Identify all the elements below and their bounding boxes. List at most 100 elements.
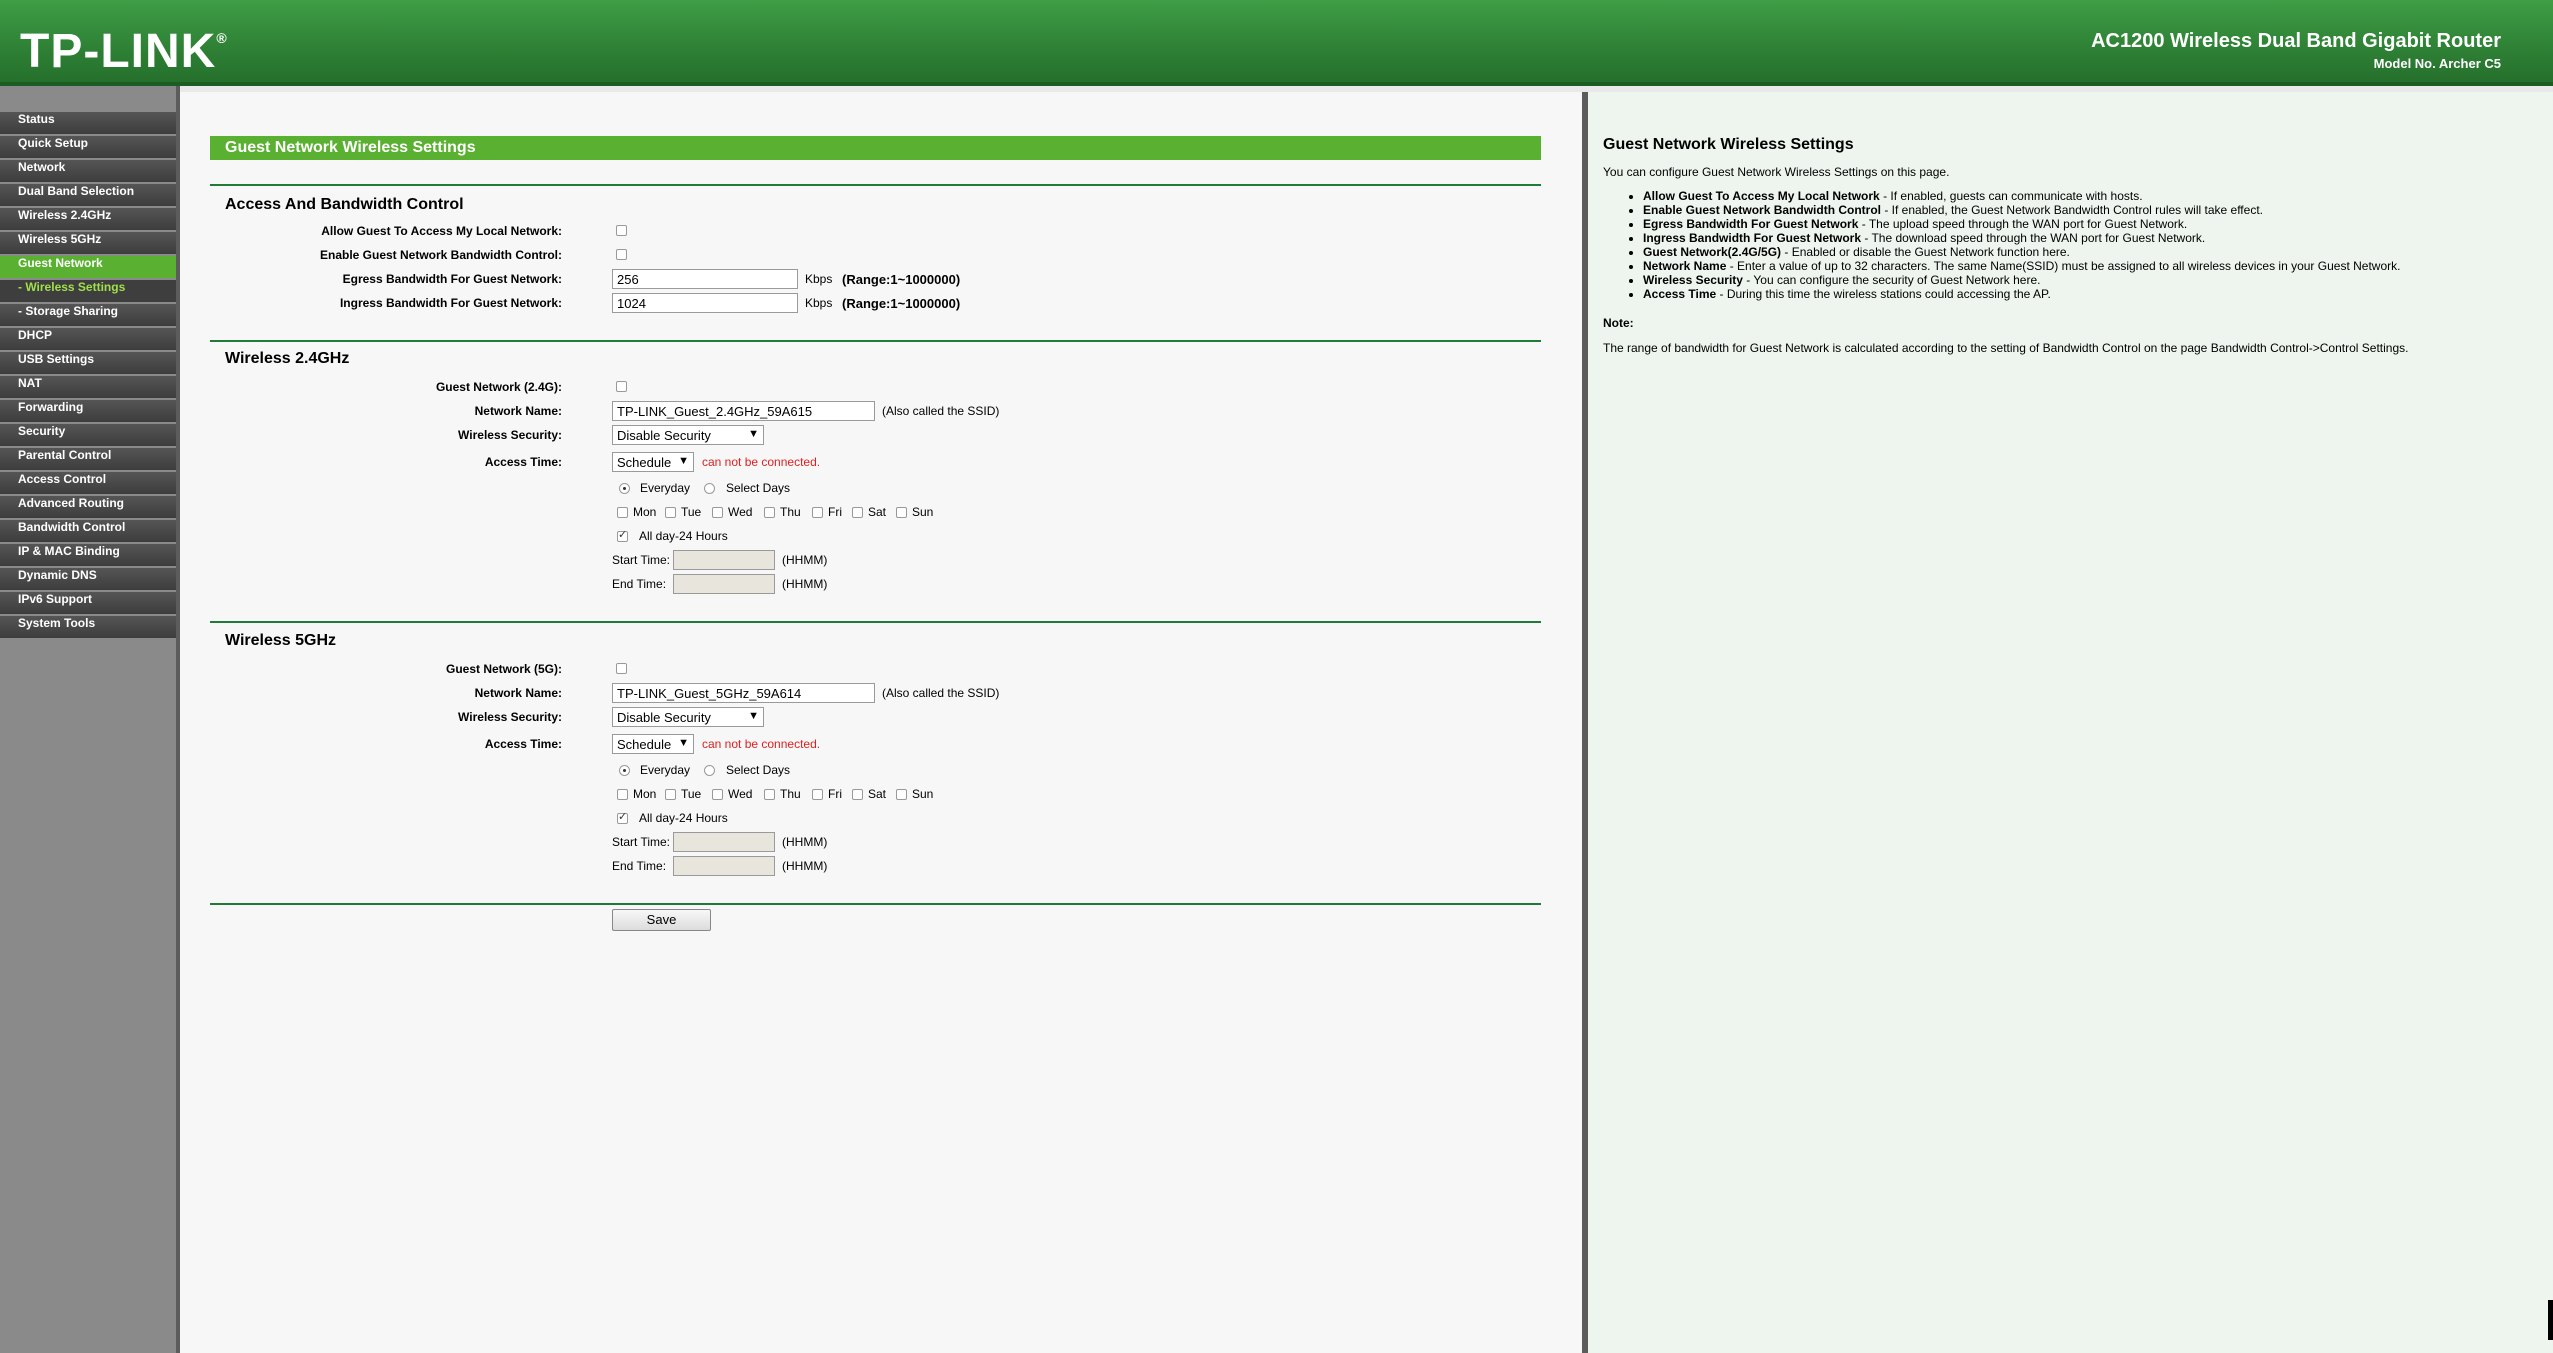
day-5-sun-checkbox[interactable]: [896, 789, 907, 800]
sidebar-item-network[interactable]: Network: [0, 160, 176, 182]
day-24-sat-checkbox[interactable]: [852, 507, 863, 518]
allday-5-label: All day-24 Hours: [639, 811, 728, 825]
sidebar-item-parental-control[interactable]: Parental Control: [0, 448, 176, 470]
everyday-5-radio[interactable]: [619, 765, 630, 776]
help-item: Guest Network(2.4G/5G) - Enabled or disa…: [1643, 245, 2400, 259]
day-24-mon-checkbox[interactable]: [617, 507, 628, 518]
select-days-5-radio[interactable]: [704, 765, 715, 776]
sidebar-item-bandwidth-control[interactable]: Bandwidth Control: [0, 520, 176, 542]
help-item: Ingress Bandwidth For Guest Network - Th…: [1643, 231, 2400, 245]
sidebar-item-advanced-routing[interactable]: Advanced Routing: [0, 496, 176, 518]
sidebar-item-usb-settings[interactable]: USB Settings: [0, 352, 176, 374]
wireless-security-24-label: Wireless Security:: [458, 428, 562, 442]
egress-unit: Kbps: [805, 272, 833, 286]
access-time-24-select[interactable]: Schedule ▼: [612, 452, 694, 472]
sidebar-item-wireless-5ghz[interactable]: Wireless 5GHz: [0, 232, 176, 254]
sidebar-item-nat[interactable]: NAT: [0, 376, 176, 398]
divider: [210, 340, 1541, 342]
wireless-security-24-select[interactable]: Disable Security ▼: [612, 425, 764, 445]
wireless-security-5-label: Wireless Security:: [458, 710, 562, 724]
select-days-24-label: Select Days: [726, 481, 791, 495]
day-5-wed-checkbox[interactable]: [712, 789, 723, 800]
guest-24-checkbox[interactable]: [616, 381, 627, 392]
help-item: Network Name - Enter a value of up to 32…: [1643, 259, 2400, 273]
product-title: AC1200 Wireless Dual Band Gigabit Router: [2091, 30, 2501, 52]
day-24-tue-checkbox[interactable]: [665, 507, 676, 518]
bandwidth-control-label: Enable Guest Network Bandwidth Control:: [319, 248, 562, 262]
sidebar-item-forwarding[interactable]: Forwarding: [0, 400, 176, 422]
section-heading-access: Access And Bandwidth Control: [225, 196, 464, 213]
sidebar-item-access-control[interactable]: Access Control: [0, 472, 176, 494]
sidebar-item-security[interactable]: Security: [0, 424, 176, 446]
everyday-24-label: Everyday: [640, 481, 691, 495]
sidebar-item-guest-network[interactable]: Guest Network: [0, 256, 176, 278]
sidebar-menu: Status Quick Setup Network Dual Band Sel…: [0, 112, 176, 640]
divider: [210, 621, 1541, 623]
day-24-sun-checkbox[interactable]: [896, 507, 907, 518]
sidebar-item-status[interactable]: Status: [0, 112, 176, 134]
day-5-tue-checkbox[interactable]: [665, 789, 676, 800]
network-name-24-input[interactable]: TP-LINK_Guest_2.4GHz_59A615: [612, 401, 875, 421]
sidebar-item-system-tools[interactable]: System Tools: [0, 616, 176, 638]
sidebar-item-quick-setup[interactable]: Quick Setup: [0, 136, 176, 158]
help-item: Access Time - During this time the wirel…: [1643, 287, 2400, 301]
access-time-5-select[interactable]: Schedule ▼: [612, 734, 694, 754]
day-24-fri-label: Fri: [828, 505, 842, 519]
end-time-24-input[interactable]: [673, 574, 775, 594]
scrollbar-edge[interactable]: [2548, 1300, 2553, 1340]
access-time-5-label: Access Time:: [484, 737, 562, 751]
allday-5-checkbox[interactable]: [617, 810, 628, 824]
day-5-thu-label: Thu: [780, 787, 801, 801]
allday-24-checkbox[interactable]: [617, 528, 628, 542]
ssid-note-24: (Also called the SSID): [882, 404, 1000, 418]
help-note-label: Note:: [1603, 316, 1634, 330]
start-time-24-input[interactable]: [673, 550, 775, 570]
end-time-5-label: End Time:: [612, 859, 667, 873]
wireless-security-5-select[interactable]: Disable Security ▼: [612, 707, 764, 727]
allow-guest-label: Allow Guest To Access My Local Network:: [321, 224, 562, 238]
warning-5: can not be connected.: [702, 737, 821, 751]
start-time-5-format: (HHMM): [782, 835, 828, 849]
divider: [210, 903, 1541, 905]
network-name-5-label: Network Name:: [474, 686, 562, 700]
start-time-24-format: (HHMM): [782, 553, 828, 567]
network-name-5-input[interactable]: TP-LINK_Guest_5GHz_59A614: [612, 683, 875, 703]
ingress-label: Ingress Bandwidth For Guest Network:: [339, 296, 562, 310]
allow-guest-checkbox[interactable]: [616, 225, 627, 236]
sidebar-item-wireless-settings[interactable]: - Wireless Settings: [0, 280, 176, 302]
sidebar-item-dual-band-selection[interactable]: Dual Band Selection: [0, 184, 176, 206]
chevron-down-icon: ▼: [748, 710, 759, 722]
sidebar-item-dynamic-dns[interactable]: Dynamic DNS: [0, 568, 176, 590]
guest-5-label: Guest Network (5G):: [445, 662, 562, 676]
main-panel: Guest Network Wireless Settings Access A…: [180, 92, 1588, 1353]
day-5-fri-checkbox[interactable]: [812, 789, 823, 800]
save-button[interactable]: Save: [612, 909, 711, 931]
day-5-sat-checkbox[interactable]: [852, 789, 863, 800]
egress-bandwidth-input[interactable]: 256: [612, 269, 798, 289]
sidebar-item-storage-sharing[interactable]: - Storage Sharing: [0, 304, 176, 326]
section-heading-wireless-24: Wireless 2.4GHz: [225, 350, 350, 367]
guest-5-checkbox[interactable]: [616, 663, 627, 674]
help-intro: You can configure Guest Network Wireless…: [1603, 165, 1950, 179]
sidebar-item-ipv6-support[interactable]: IPv6 Support: [0, 592, 176, 614]
start-time-5-input[interactable]: [673, 832, 775, 852]
end-time-5-input[interactable]: [673, 856, 775, 876]
day-24-thu-checkbox[interactable]: [764, 507, 775, 518]
ingress-bandwidth-input[interactable]: 1024: [612, 293, 798, 313]
day-5-thu-checkbox[interactable]: [764, 789, 775, 800]
help-panel: Guest Network Wireless Settings You can …: [1588, 92, 2553, 1353]
warning-24: can not be connected.: [702, 455, 821, 469]
everyday-24-radio[interactable]: [619, 483, 630, 494]
day-24-wed-checkbox[interactable]: [712, 507, 723, 518]
day-24-fri-checkbox[interactable]: [812, 507, 823, 518]
day-5-wed-label: Wed: [728, 787, 753, 801]
select-days-24-radio[interactable]: [704, 483, 715, 494]
day-24-sun-label: Sun: [912, 505, 934, 519]
bandwidth-control-checkbox[interactable]: [616, 249, 627, 260]
sidebar-item-ip-mac-binding[interactable]: IP & MAC Binding: [0, 544, 176, 566]
sidebar-item-wireless-24ghz[interactable]: Wireless 2.4GHz: [0, 208, 176, 230]
sidebar-item-dhcp[interactable]: DHCP: [0, 328, 176, 350]
day-5-mon-checkbox[interactable]: [617, 789, 628, 800]
ssid-note-5: (Also called the SSID): [882, 686, 1000, 700]
select-days-5-label: Select Days: [726, 763, 791, 777]
